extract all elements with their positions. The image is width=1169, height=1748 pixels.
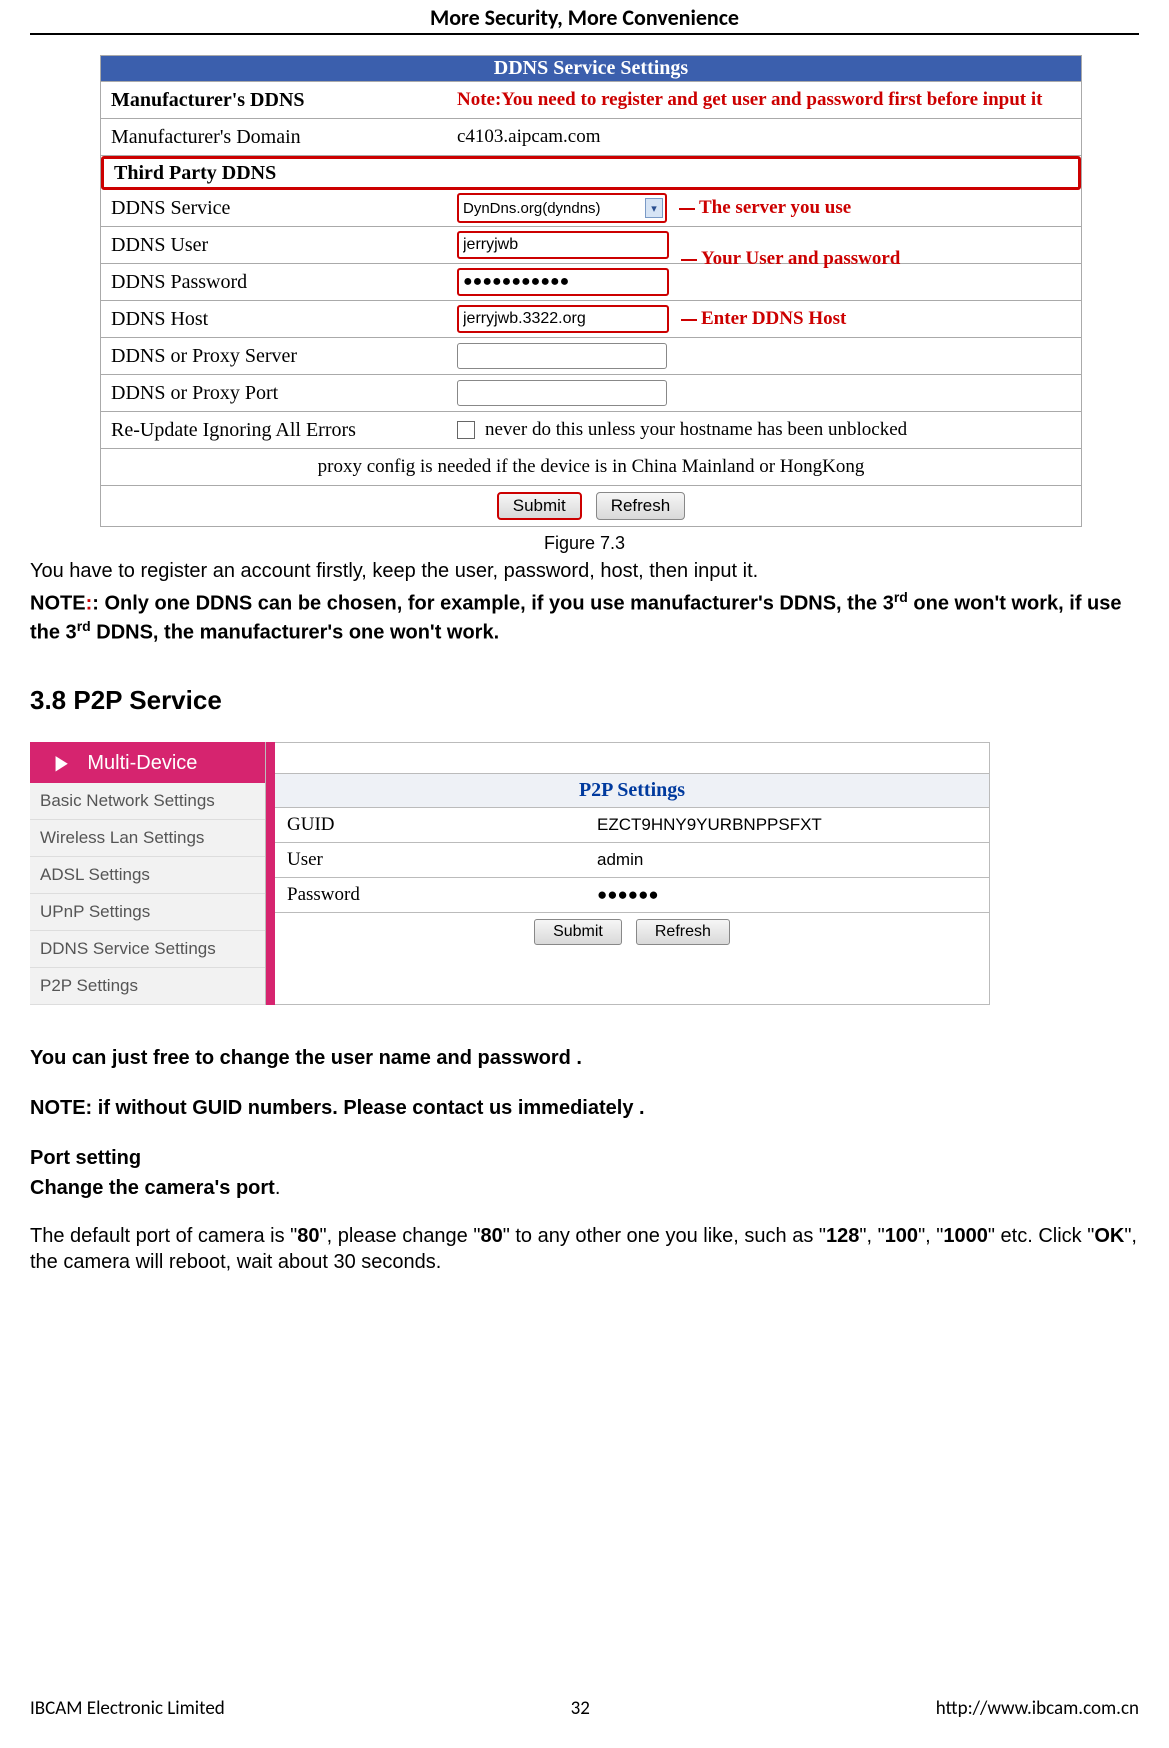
manufacturer-domain-value: c4103.aipcam.com bbox=[451, 123, 1081, 151]
sidebar-item-ddns[interactable]: DDNS Service Settings bbox=[30, 931, 265, 968]
port-change-line: Change the camera's port. bbox=[30, 1175, 1139, 1201]
chevron-down-icon: ▾ bbox=[645, 198, 663, 218]
para-no-guid: NOTE: if without GUID numbers. Please co… bbox=[30, 1095, 1139, 1121]
multi-device-header[interactable]: ▶Multi-Device bbox=[30, 742, 265, 783]
ddns-service-select[interactable]: DynDns.org(dyndns) ▾ bbox=[457, 193, 667, 223]
pink-divider bbox=[266, 742, 275, 1005]
ddns-service-label: DDNS Service bbox=[101, 193, 451, 224]
ddns-host-label: DDNS Host bbox=[101, 304, 451, 335]
guid-value: EZCT9HNY9YURBNPPSFXT bbox=[589, 811, 989, 839]
proxy-note: proxy config is needed if the device is … bbox=[318, 456, 865, 478]
p2p-submit-button[interactable]: Submit bbox=[534, 919, 622, 945]
p2p-password-label: Password bbox=[275, 880, 589, 910]
ddns-user-input[interactable] bbox=[457, 231, 669, 259]
sidebar-item-adsl[interactable]: ADSL Settings bbox=[30, 857, 265, 894]
manufacturer-ddns-label: Manufacturer's DDNS bbox=[101, 85, 451, 116]
reupdate-checkbox[interactable] bbox=[457, 421, 475, 439]
page-footer: IBCAM Electronic Limited 32 http://www.i… bbox=[30, 1697, 1139, 1720]
note-register: Note:You need to register and get user a… bbox=[457, 89, 1042, 111]
p2p-user-value[interactable]: admin bbox=[589, 846, 989, 874]
ddns-service-value: DynDns.org(dyndns) bbox=[463, 200, 601, 217]
p2p-title: P2P Settings bbox=[275, 774, 989, 808]
annot-server: The server you use bbox=[679, 197, 851, 219]
p2p-user-label: User bbox=[275, 845, 589, 875]
sidebar-item-wireless[interactable]: Wireless Lan Settings bbox=[30, 820, 265, 857]
ddns-host-input[interactable] bbox=[457, 305, 669, 333]
ddns-proxy-server-input[interactable] bbox=[457, 343, 667, 369]
p2p-main: P2P Settings GUID EZCT9HNY9YURBNPPSFXT U… bbox=[275, 742, 990, 1005]
submit-button[interactable]: Submit bbox=[497, 492, 582, 520]
guid-label: GUID bbox=[275, 810, 589, 840]
refresh-button[interactable]: Refresh bbox=[596, 492, 686, 520]
reupdate-label: Re-Update Ignoring All Errors bbox=[101, 415, 451, 446]
third-party-ddns-label: Third Party DDNS bbox=[104, 160, 454, 187]
page-header: More Security, More Convenience bbox=[30, 0, 1139, 31]
section-3-8-heading: 3.8 P2P Service bbox=[30, 685, 1139, 716]
ddns-proxy-port-label: DDNS or Proxy Port bbox=[101, 378, 451, 409]
sidebar-item-p2p[interactable]: P2P Settings bbox=[30, 968, 265, 1005]
para-change-userpass: You can just free to change the user nam… bbox=[30, 1045, 1139, 1071]
ddns-panel: DDNS Service Settings Manufacturer's DDN… bbox=[100, 55, 1082, 527]
header-rule bbox=[30, 33, 1139, 35]
ddns-title: DDNS Service Settings bbox=[101, 56, 1081, 82]
p2p-password-value[interactable]: ●●●●●● bbox=[589, 881, 989, 909]
ddns-proxy-port-input[interactable] bbox=[457, 380, 667, 406]
manufacturer-domain-label: Manufacturer's Domain bbox=[101, 122, 451, 153]
footer-right: http://www.ibcam.com.cn bbox=[936, 1697, 1139, 1720]
port-body: The default port of camera is "80", plea… bbox=[30, 1223, 1139, 1275]
triangle-right-icon: ▶ bbox=[56, 750, 68, 775]
footer-page-number: 32 bbox=[571, 1697, 590, 1720]
ddns-password-input[interactable] bbox=[457, 268, 669, 296]
note-one-ddns: NOTE:: Only one DDNS can be chosen, for … bbox=[30, 588, 1139, 645]
para-register: You have to register an account firstly,… bbox=[30, 558, 1139, 584]
figure-7-3-caption: Figure 7.3 bbox=[30, 533, 1139, 554]
ddns-user-label: DDNS User bbox=[101, 230, 451, 261]
port-setting-heading: Port setting bbox=[30, 1145, 1139, 1171]
reupdate-text: never do this unless your hostname has b… bbox=[485, 419, 907, 441]
sidebar: ▶Multi-Device Basic Network Settings Wir… bbox=[30, 742, 266, 1005]
p2p-refresh-button[interactable]: Refresh bbox=[636, 919, 730, 945]
annot-host: Enter DDNS Host bbox=[681, 308, 846, 330]
sidebar-item-basic-network[interactable]: Basic Network Settings bbox=[30, 783, 265, 820]
p2p-figure: ▶Multi-Device Basic Network Settings Wir… bbox=[30, 742, 990, 1005]
footer-left: IBCAM Electronic Limited bbox=[30, 1697, 225, 1720]
ddns-password-label: DDNS Password bbox=[101, 267, 451, 298]
sidebar-item-upnp[interactable]: UPnP Settings bbox=[30, 894, 265, 931]
ddns-proxy-server-label: DDNS or Proxy Server bbox=[101, 341, 451, 372]
